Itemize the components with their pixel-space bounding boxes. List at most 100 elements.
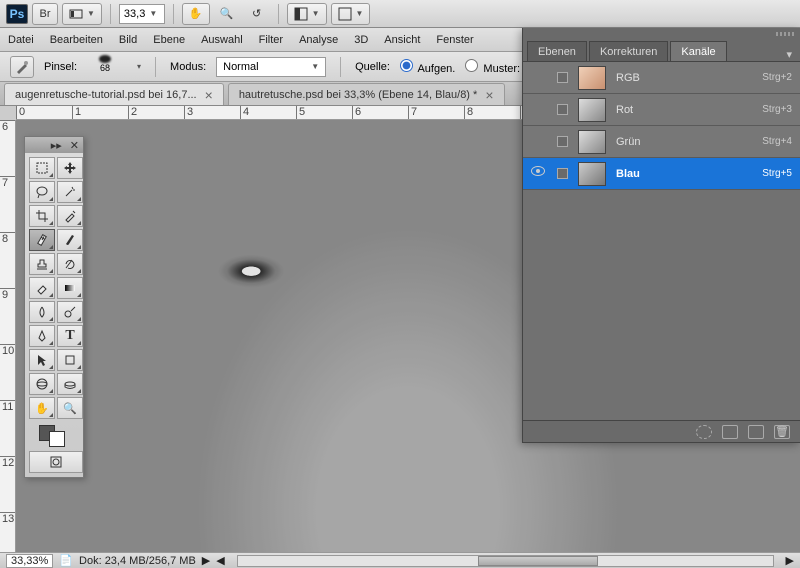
color-swatches[interactable] (29, 421, 83, 449)
brush-dropdown-icon[interactable]: ▾ (137, 62, 141, 71)
crop-tool[interactable] (29, 205, 55, 227)
modus-select[interactable]: Normal▼ (216, 57, 326, 77)
panel-footer: 🗑 (523, 420, 800, 442)
hand-tool[interactable]: ✋ (29, 397, 55, 419)
history-brush-tool[interactable] (57, 253, 83, 275)
collapse-icon[interactable]: ▸▸ (51, 139, 62, 152)
hand-icon[interactable]: ✋ (182, 3, 210, 25)
save-selection-icon[interactable] (722, 425, 738, 439)
brush-preset[interactable]: 68 (87, 55, 123, 79)
channel-gruen[interactable]: Grün Strg+4 (523, 126, 800, 158)
collapse-icon[interactable] (776, 32, 794, 36)
modus-label: Modus: (170, 61, 206, 73)
pen-tool[interactable] (29, 325, 55, 347)
lasso-tool[interactable] (29, 181, 55, 203)
channel-thumbnail (578, 98, 606, 122)
channel-thumbnail (578, 66, 606, 90)
panel-grip[interactable] (523, 28, 800, 40)
menu-3d[interactable]: 3D (354, 34, 368, 46)
channels-panel: Ebenen Korrekturen Kanäle ▾ RGB Strg+2 R… (522, 28, 800, 443)
doc-tab-2[interactable]: hautretusche.psd bei 33,3% (Ebene 14, Bl… (228, 83, 505, 105)
zoom-field[interactable]: 33,3▼ (119, 4, 165, 24)
menu-bild[interactable]: Bild (119, 34, 137, 46)
eraser-tool[interactable] (29, 277, 55, 299)
stamp-tool[interactable] (29, 253, 55, 275)
menu-fenster[interactable]: Fenster (436, 34, 473, 46)
dodge-tool[interactable] (57, 301, 83, 323)
arrange-button[interactable]: ▼ (287, 3, 327, 25)
brush-tool[interactable] (57, 229, 83, 251)
channel-list: RGB Strg+2 Rot Strg+3 Grün Strg+4 Blau S… (523, 62, 800, 190)
close-icon[interactable]: × (485, 87, 493, 103)
gradient-tool[interactable] (57, 277, 83, 299)
scroll-right-icon[interactable]: ▶ (786, 554, 794, 567)
visibility-toggle[interactable] (531, 134, 547, 150)
screenmode-button[interactable]: ▼ (331, 3, 371, 25)
shape-tool[interactable] (57, 349, 83, 371)
visibility-toggle[interactable] (531, 166, 547, 182)
menu-ansicht[interactable]: Ansicht (384, 34, 420, 46)
ps-logo-icon[interactable]: Ps (6, 4, 28, 24)
toolbox-header[interactable]: ▸▸ ✕ (25, 137, 83, 153)
channel-checkbox[interactable] (557, 72, 568, 83)
channel-thumbnail (578, 130, 606, 154)
tab-kanaele[interactable]: Kanäle (670, 41, 726, 61)
menu-filter[interactable]: Filter (259, 34, 283, 46)
app-topbar: Ps Br ▼ 33,3▼ ✋ 🔍 ↺ ▼ ▼ (0, 0, 800, 28)
status-zoom[interactable]: 33,33% (6, 554, 53, 568)
channel-checkbox[interactable] (557, 168, 568, 179)
channel-checkbox[interactable] (557, 104, 568, 115)
chevron-right-icon[interactable]: ▶ (202, 554, 210, 567)
tab-ebenen[interactable]: Ebenen (527, 41, 587, 61)
doc-info-icon[interactable]: 📄 (59, 554, 73, 567)
menu-auswahl[interactable]: Auswahl (201, 34, 243, 46)
status-bar: 33,33% 📄 Dok: 23,4 MB/256,7 MB ▶ ◀ ▶ (0, 552, 800, 568)
muster-radio[interactable]: Muster: (465, 59, 520, 75)
load-selection-icon[interactable] (696, 425, 712, 439)
delete-icon[interactable]: 🗑 (774, 425, 790, 439)
bridge-button[interactable]: Br (32, 3, 58, 25)
status-doc-size: Dok: 23,4 MB/256,7 MB (79, 555, 196, 567)
miniview-button[interactable]: ▼ (62, 3, 102, 25)
panel-menu-icon[interactable]: ▾ (782, 48, 796, 61)
channel-checkbox[interactable] (557, 136, 568, 147)
path-select-tool[interactable] (29, 349, 55, 371)
h-scrollbar[interactable] (237, 555, 774, 567)
channel-blau[interactable]: Blau Strg+5 (523, 158, 800, 190)
eye-icon (531, 166, 545, 176)
wand-tool[interactable] (57, 181, 83, 203)
doc-tab-1[interactable]: augenretusche-tutorial.psd bei 16,7...× (4, 83, 224, 105)
visibility-toggle[interactable] (531, 70, 547, 86)
close-icon[interactable]: ✕ (70, 139, 79, 152)
aufgen-radio[interactable]: Aufgen. (400, 59, 455, 75)
menu-ebene[interactable]: Ebene (153, 34, 185, 46)
zoom-icon[interactable]: 🔍 (214, 3, 240, 25)
move-tool[interactable] (57, 157, 83, 179)
panel-tabs: Ebenen Korrekturen Kanäle ▾ (523, 40, 800, 62)
zoom-tool[interactable]: 🔍 (57, 397, 83, 419)
channel-rgb[interactable]: RGB Strg+2 (523, 62, 800, 94)
quickmask-button[interactable] (29, 451, 83, 473)
visibility-toggle[interactable] (531, 102, 547, 118)
3d-tool[interactable] (29, 373, 55, 395)
tab-korrekturen[interactable]: Korrekturen (589, 41, 668, 61)
blur-tool[interactable] (29, 301, 55, 323)
menu-analyse[interactable]: Analyse (299, 34, 338, 46)
channel-rot[interactable]: Rot Strg+3 (523, 94, 800, 126)
rotate-icon[interactable]: ↺ (244, 3, 270, 25)
type-tool[interactable]: T (57, 325, 83, 347)
channel-thumbnail (578, 162, 606, 186)
3d-camera-tool[interactable] (57, 373, 83, 395)
menu-bearbeiten[interactable]: Bearbeiten (50, 34, 103, 46)
marquee-tool[interactable] (29, 157, 55, 179)
close-icon[interactable]: × (205, 87, 213, 103)
scroll-left-icon[interactable]: ◀ (216, 554, 224, 567)
pinsel-label: Pinsel: (44, 61, 77, 73)
quelle-label: Quelle: (355, 61, 390, 73)
ruler-vertical[interactable]: 678910111213 (0, 120, 16, 552)
new-channel-icon[interactable] (748, 425, 764, 439)
eyedropper-tool[interactable] (57, 205, 83, 227)
heal-tool[interactable] (29, 229, 55, 251)
active-tool-icon[interactable] (10, 56, 34, 78)
menu-datei[interactable]: Datei (8, 34, 34, 46)
